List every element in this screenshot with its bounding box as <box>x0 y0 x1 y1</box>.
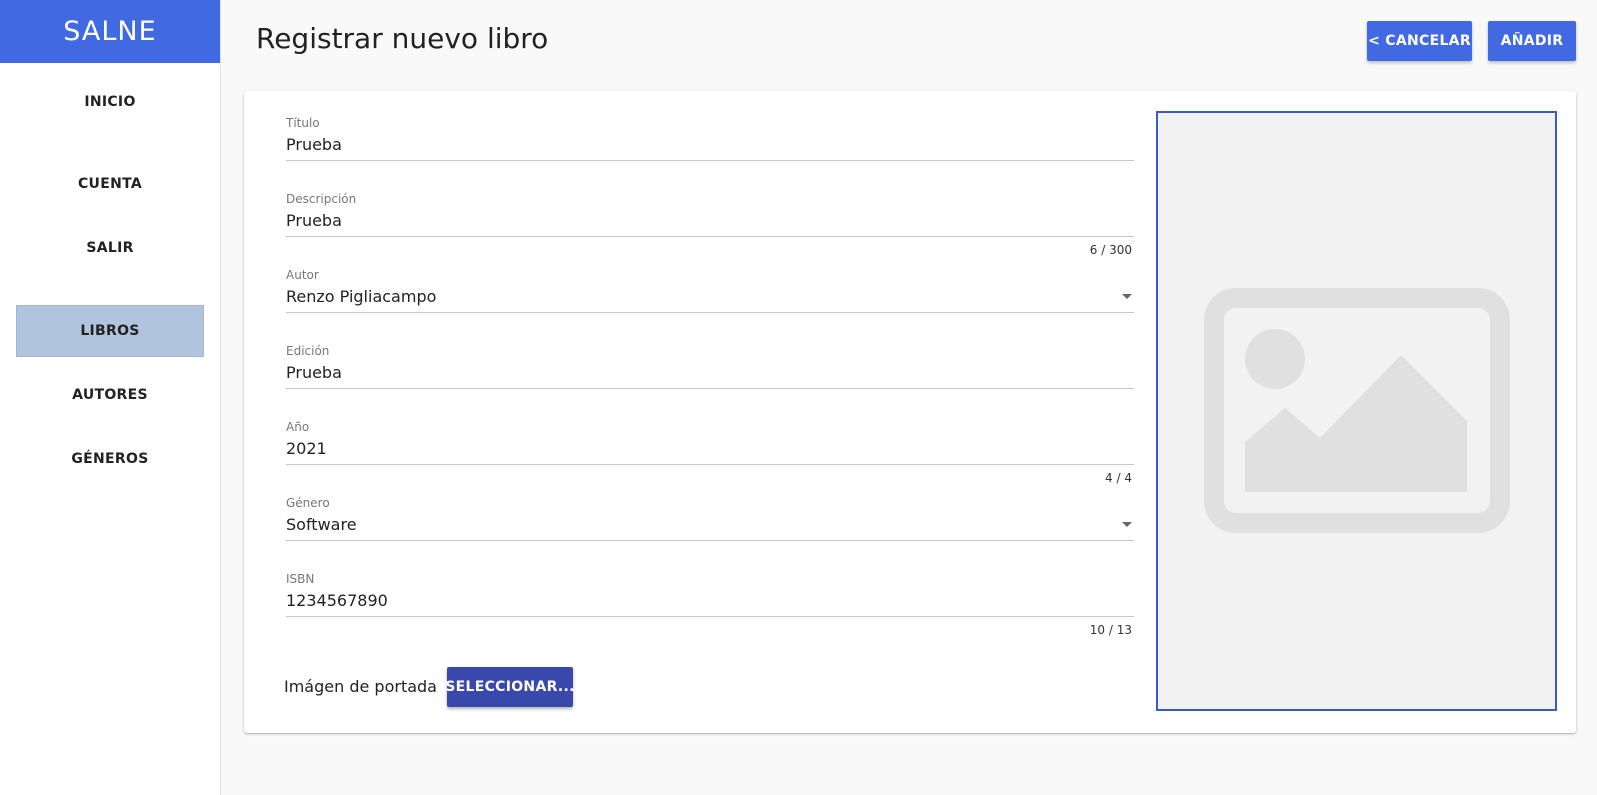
book-form-card: Título Prueba Descripción Prueba 6 / 300… <box>244 91 1576 733</box>
year-value: 2021 <box>286 438 327 458</box>
year-label: Año <box>286 420 310 434</box>
year-counter: 4 / 4 <box>1105 471 1132 485</box>
sidebar-item-inicio[interactable]: INICIO <box>16 76 204 128</box>
cancel-button[interactable]: < CANCELAR <box>1367 21 1472 61</box>
select-cover-button[interactable]: SELECCIONAR... <box>445 667 574 707</box>
add-button[interactable]: AÑADIR <box>1488 21 1576 61</box>
edition-field[interactable]: Edición Prueba <box>286 343 1134 389</box>
edition-label: Edición <box>286 344 330 358</box>
chevron-down-icon[interactable] <box>1122 294 1132 299</box>
isbn-field[interactable]: ISBN 1234567890 10 / 13 <box>286 571 1134 637</box>
isbn-value: 1234567890 <box>286 590 388 610</box>
sidebar-item-salir[interactable]: SALIR <box>16 222 204 274</box>
description-value: Prueba <box>286 210 342 230</box>
author-select[interactable]: Renzo Pigliacampo <box>286 283 1134 313</box>
description-counter: 6 / 300 <box>1089 243 1132 257</box>
chevron-down-icon[interactable] <box>1122 522 1132 527</box>
author-value: Renzo Pigliacampo <box>286 286 437 306</box>
isbn-input[interactable]: 1234567890 <box>286 587 1134 617</box>
genre-field[interactable]: Género Software <box>286 495 1134 541</box>
sidebar-item-libros[interactable]: LIBROS <box>16 305 204 357</box>
sidebar: SALNE INICIO CUENTA SALIR LIBROS AUTORES… <box>0 0 221 795</box>
cover-image-label: Imágen de portada <box>284 677 437 696</box>
app: SALNE INICIO CUENTA SALIR LIBROS AUTORES… <box>0 0 1597 795</box>
description-field[interactable]: Descripción Prueba 6 / 300 <box>286 191 1134 257</box>
author-label: Autor <box>286 268 319 282</box>
isbn-counter: 10 / 13 <box>1089 623 1132 637</box>
page-title: Registrar nuevo libro <box>256 22 549 55</box>
title-input[interactable]: Prueba <box>286 131 1134 161</box>
isbn-label: ISBN <box>286 572 315 586</box>
title-label: Título <box>286 116 320 130</box>
sidebar-item-generos[interactable]: GÉNEROS <box>16 433 204 485</box>
sidebar-item-cuenta[interactable]: CUENTA <box>16 158 204 210</box>
brand-logo: SALNE <box>0 0 220 63</box>
year-field[interactable]: Año 2021 4 / 4 <box>286 419 1134 485</box>
edition-input[interactable]: Prueba <box>286 359 1134 389</box>
genre-value: Software <box>286 514 357 534</box>
author-field[interactable]: Autor Renzo Pigliacampo <box>286 267 1134 313</box>
title-field[interactable]: Título Prueba <box>286 115 1134 161</box>
title-value: Prueba <box>286 134 342 154</box>
edition-value: Prueba <box>286 362 342 382</box>
sidebar-item-autores[interactable]: AUTORES <box>16 369 204 421</box>
year-input[interactable]: 2021 <box>286 435 1134 465</box>
image-placeholder-icon <box>1204 288 1510 533</box>
cover-preview <box>1156 111 1557 711</box>
genre-select[interactable]: Software <box>286 511 1134 541</box>
description-label: Descripción <box>286 192 357 206</box>
description-input[interactable]: Prueba <box>286 207 1134 237</box>
genre-label: Género <box>286 496 330 510</box>
